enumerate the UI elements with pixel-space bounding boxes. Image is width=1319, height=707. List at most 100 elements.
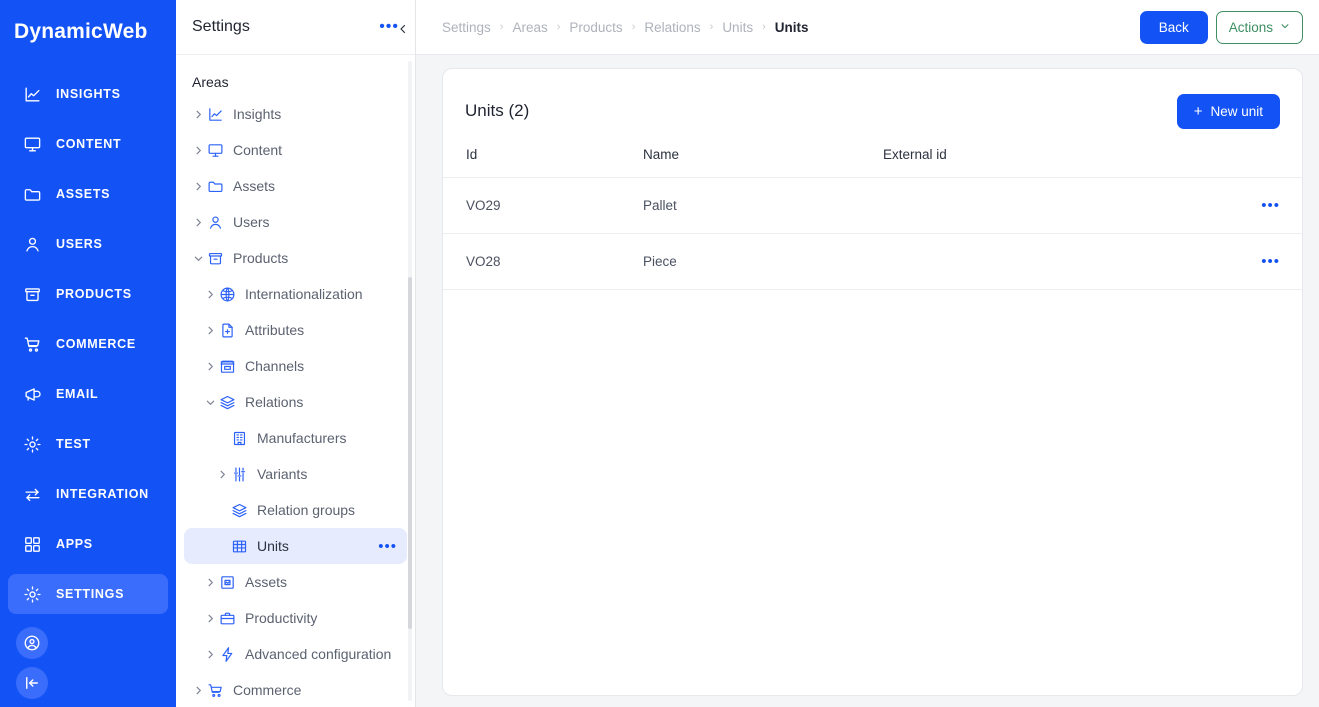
grid-squares-icon <box>22 534 42 554</box>
tree-item-insights[interactable]: Insights <box>184 96 407 132</box>
settings-tree-scroll[interactable]: Areas Insights Content Assets Users Products… <box>176 55 415 707</box>
rail-item-users[interactable]: USERS <box>8 224 168 264</box>
areas-label: Areas <box>192 74 229 90</box>
chevron-down-icon[interactable] <box>202 397 218 408</box>
chevron-right-icon[interactable] <box>190 145 206 156</box>
cell-actions: ••• <box>1242 177 1302 234</box>
page-title: Units (2) <box>465 101 530 120</box>
tree-item-label: Units <box>257 538 289 554</box>
table-header-row: Id Name External id <box>443 131 1302 178</box>
chart-line-icon <box>206 106 224 123</box>
chevron-left-icon[interactable] <box>392 18 414 40</box>
tree-item-users[interactable]: Users <box>184 204 407 240</box>
content-region: Units (2) + New unit Id Name External id <box>416 55 1319 707</box>
rail-item-label: EMAIL <box>56 387 99 401</box>
tree-scrollbar-thumb[interactable] <box>408 277 412 629</box>
shopping-cart-icon <box>22 334 42 354</box>
tree-item-units[interactable]: Units ••• <box>184 528 407 564</box>
tree-item-variants[interactable]: Variants <box>184 456 407 492</box>
rail-item-apps[interactable]: APPS <box>8 524 168 564</box>
chevron-right-icon[interactable] <box>202 613 218 624</box>
globe-icon <box>218 286 236 303</box>
column-header-name[interactable]: Name <box>643 131 883 178</box>
tree-item-label: Insights <box>233 106 282 122</box>
chevron-down-icon <box>1280 21 1290 34</box>
column-header-external-id[interactable]: External id <box>883 131 1242 178</box>
breadcrumb-item-products-2[interactable]: Products <box>569 20 622 35</box>
tree-item-label: Relations <box>245 394 304 410</box>
tree-item-label: Users <box>233 214 270 230</box>
tree-item-internationalization[interactable]: Internationalization <box>184 276 407 312</box>
chevron-right-icon[interactable] <box>190 109 206 120</box>
plus-icon: + <box>1193 102 1203 120</box>
chevron-right-icon[interactable] <box>190 217 206 228</box>
rail-item-test[interactable]: TEST <box>8 424 168 464</box>
rail-item-insights[interactable]: INSIGHTS <box>8 74 168 114</box>
tree-item-label: Channels <box>245 358 305 374</box>
tree-item-content[interactable]: Content <box>184 132 407 168</box>
column-header-id[interactable]: Id <box>443 131 643 178</box>
gear-icon <box>22 434 42 454</box>
tree-item-manufacturers[interactable]: Manufacturers <box>184 420 407 456</box>
rail-item-integration[interactable]: INTEGRATION <box>8 474 168 514</box>
folder-icon <box>22 184 42 204</box>
chevron-right-icon[interactable] <box>202 649 218 660</box>
rail-item-content[interactable]: CONTENT <box>8 124 168 164</box>
ellipsis-icon[interactable]: ••• <box>1261 197 1280 214</box>
breadcrumb-item-settings-0[interactable]: Settings <box>442 20 491 35</box>
table-row[interactable]: VO29 Pallet ••• <box>443 177 1302 234</box>
chevron-down-icon[interactable] <box>190 253 206 264</box>
rail-item-products[interactable]: PRODUCTS <box>8 274 168 314</box>
image-frame-icon <box>218 574 236 591</box>
chevron-right-icon[interactable] <box>202 325 218 336</box>
chevron-right-icon[interactable] <box>202 289 218 300</box>
breadcrumb: Settings › Areas › Products › Relations › Units ›… <box>442 20 1140 35</box>
file-plus-icon <box>218 322 236 339</box>
tree-item-channels[interactable]: Channels <box>184 348 407 384</box>
rail-item-settings[interactable]: SETTINGS <box>8 574 168 614</box>
chevron-right-icon[interactable] <box>202 361 218 372</box>
units-table-body: VO29 Pallet ••• VO28 Piece ••• <box>443 177 1302 290</box>
new-unit-button[interactable]: + New unit <box>1176 93 1280 129</box>
chevron-right-icon[interactable] <box>214 469 230 480</box>
breadcrumb-item-units-4[interactable]: Units <box>722 20 753 35</box>
chevron-right-icon[interactable] <box>190 181 206 192</box>
ellipsis-icon[interactable]: ••• <box>378 539 397 554</box>
breadcrumb-item-areas-1[interactable]: Areas <box>512 20 547 35</box>
archive-box-icon <box>206 250 224 267</box>
primary-nav-rail: DynamicWeb INSIGHTS CONTENT ASSETS USERS PRO… <box>0 0 176 707</box>
back-button[interactable]: Back <box>1139 10 1208 44</box>
tree-item-label: Content <box>233 142 283 158</box>
tree-item-productivity[interactable]: Productivity <box>184 600 407 636</box>
tree-item-products[interactable]: Products <box>184 240 407 276</box>
tree-item-label: Relation groups <box>257 502 356 518</box>
monitor-icon <box>206 142 224 159</box>
tree-item-advanced-configuration[interactable]: Advanced configuration <box>184 636 407 672</box>
ellipsis-icon[interactable]: ••• <box>1261 253 1280 270</box>
tree-item-attributes[interactable]: Attributes <box>184 312 407 348</box>
collapse-left-icon[interactable] <box>16 667 48 699</box>
rail-item-label: INSIGHTS <box>56 87 121 101</box>
user-icon <box>206 214 224 231</box>
tree-item-label: Assets <box>233 178 276 194</box>
breadcrumb-item-relations-3[interactable]: Relations <box>644 20 700 35</box>
tree-item-assets[interactable]: Assets <box>184 564 407 600</box>
tree-item-assets[interactable]: Assets <box>184 168 407 204</box>
rail-item-assets[interactable]: ASSETS <box>8 174 168 214</box>
tree-item-label: Manufacturers <box>257 430 347 446</box>
chevron-right-icon[interactable] <box>190 685 206 696</box>
layers-icon <box>218 394 236 411</box>
units-card: Units (2) + New unit Id Name External id <box>442 68 1303 696</box>
app-logo[interactable]: DynamicWeb <box>0 0 176 56</box>
tree-item-relation-groups[interactable]: Relation groups <box>184 492 407 528</box>
chevron-right-icon[interactable] <box>202 577 218 588</box>
actions-button[interactable]: Actions <box>1215 10 1303 44</box>
tree-item-commerce[interactable]: Commerce <box>184 672 407 707</box>
account-circle-icon[interactable] <box>16 627 48 659</box>
rail-item-email[interactable]: EMAIL <box>8 374 168 414</box>
rail-bottom-actions <box>16 627 48 699</box>
rail-item-commerce[interactable]: COMMERCE <box>8 324 168 364</box>
table-row[interactable]: VO28 Piece ••• <box>443 233 1302 290</box>
monitor-icon <box>22 134 42 154</box>
tree-item-relations[interactable]: Relations <box>184 384 407 420</box>
